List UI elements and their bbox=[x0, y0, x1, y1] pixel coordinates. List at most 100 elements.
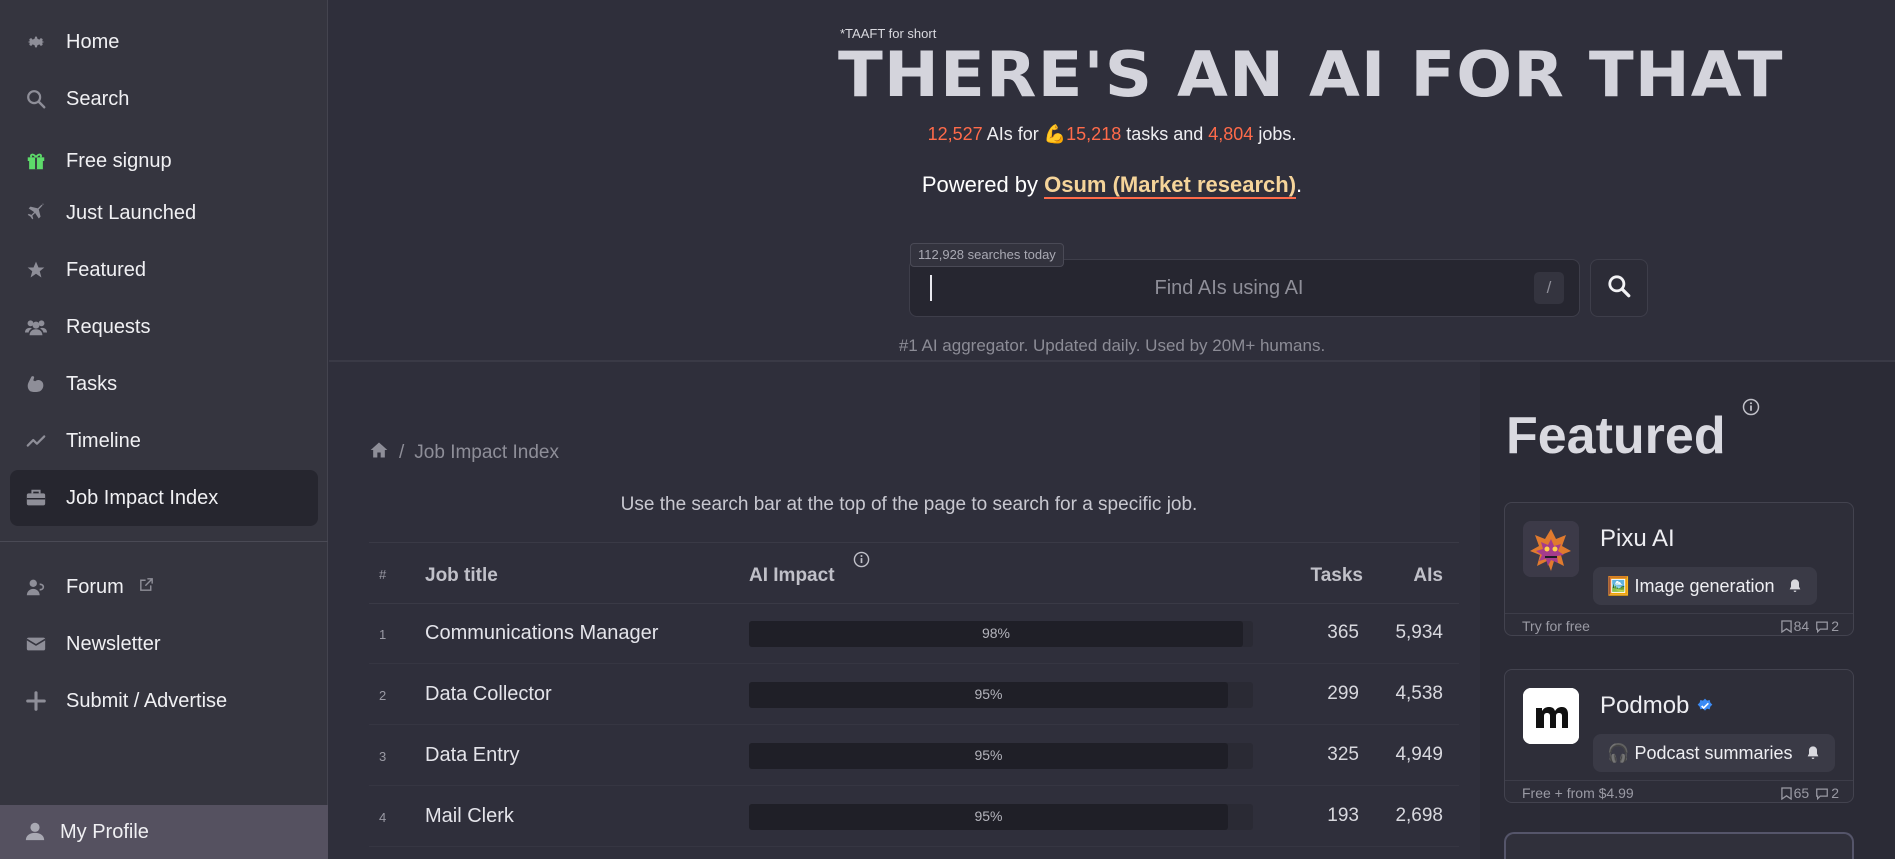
bell-icon[interactable] bbox=[1787, 578, 1803, 594]
job-title[interactable]: Mail Clerk bbox=[425, 805, 514, 828]
ais-count: 4,538 bbox=[1395, 683, 1443, 704]
sidebar-item-featured[interactable]: Featured bbox=[10, 242, 318, 298]
column-tasks[interactable]: Tasks bbox=[1311, 565, 1363, 587]
info-icon[interactable] bbox=[853, 551, 870, 573]
featured-panel: Featured Pixu AI 🖼️ Image generation Try… bbox=[1480, 362, 1895, 859]
featured-card-partial[interactable] bbox=[1504, 832, 1854, 859]
sidebar-item-newsletter[interactable]: Newsletter bbox=[10, 616, 318, 672]
pixu-ai-logo bbox=[1523, 521, 1579, 577]
tasks-count: 299 bbox=[1327, 683, 1359, 704]
stats-text: jobs. bbox=[1253, 124, 1297, 144]
forum-icon bbox=[24, 575, 48, 599]
tasks-count[interactable]: 15,218 bbox=[1066, 124, 1121, 144]
ais-count: 4,949 bbox=[1395, 744, 1443, 765]
podmob-logo bbox=[1523, 688, 1579, 744]
search-input[interactable] bbox=[929, 270, 1529, 306]
sidebar-item-job-impact-index[interactable]: Job Impact Index bbox=[10, 470, 318, 526]
table-row[interactable]: 1 Communications Manager 98% 365 5,934 bbox=[369, 604, 1459, 664]
impact-bar: 98% bbox=[749, 621, 1253, 647]
card-tag-label: Image generation bbox=[1634, 575, 1775, 596]
search-count-badge: 112,928 searches today bbox=[910, 243, 1064, 267]
card-tag[interactable]: 🎧 Podcast summaries bbox=[1593, 734, 1835, 772]
job-title[interactable]: Communications Manager bbox=[425, 622, 658, 645]
stats-text: tasks and bbox=[1121, 124, 1209, 144]
comments-value: 2 bbox=[1831, 785, 1839, 801]
user-icon bbox=[24, 820, 48, 844]
external-link-icon bbox=[138, 576, 155, 599]
sidebar-item-label: Search bbox=[66, 87, 130, 110]
image-emoji-icon: 🖼️ bbox=[1607, 575, 1630, 596]
job-title[interactable]: Data Collector bbox=[425, 683, 552, 706]
column-number: # bbox=[379, 567, 387, 582]
stats-text: AIs for bbox=[982, 124, 1044, 144]
my-profile-button[interactable]: My Profile bbox=[0, 805, 328, 859]
comment-icon bbox=[1816, 788, 1829, 800]
column-job-title[interactable]: Job title bbox=[425, 565, 498, 587]
table-row[interactable]: 3 Data Entry 95% 325 4,949 bbox=[369, 726, 1459, 786]
briefcase-icon bbox=[24, 486, 48, 510]
card-name: Podmob bbox=[1600, 692, 1713, 720]
impact-bar: 95% bbox=[749, 682, 1253, 708]
gift-icon bbox=[24, 149, 48, 173]
comment-count[interactable]: 2 bbox=[1815, 785, 1839, 801]
sidebar-item-submit-advertise[interactable]: Submit / Advertise bbox=[10, 673, 318, 729]
sidebar-item-free-signup[interactable]: Free signup bbox=[10, 133, 318, 189]
sidebar-item-label: Featured bbox=[66, 258, 147, 281]
bell-icon[interactable] bbox=[1805, 745, 1821, 761]
column-ais[interactable]: AIs bbox=[1413, 565, 1443, 587]
row-number: 4 bbox=[379, 810, 387, 825]
sidebar-item-search[interactable]: Search bbox=[10, 71, 318, 127]
card-name: Pixu AI bbox=[1600, 525, 1675, 552]
saves-value: 84 bbox=[1793, 618, 1810, 634]
table-row[interactable]: 2 Data Collector 95% 299 4,538 bbox=[369, 665, 1459, 725]
main-content: / Job Impact Index Use the search bar at… bbox=[329, 362, 1469, 859]
powered-prefix: Powered by bbox=[921, 172, 1045, 197]
job-title[interactable]: Data Entry bbox=[425, 744, 519, 767]
text-caret bbox=[930, 275, 932, 301]
muscle-emoji-icon: 💪 bbox=[1043, 124, 1067, 144]
ais-count: 5,934 bbox=[1395, 622, 1443, 643]
sidebar-item-label: Tasks bbox=[66, 372, 118, 395]
sidebar-item-timeline[interactable]: Timeline bbox=[10, 413, 318, 469]
breadcrumb-separator: / bbox=[399, 442, 405, 463]
column-ai-impact[interactable]: AI Impact bbox=[749, 565, 835, 587]
search-button[interactable] bbox=[1590, 259, 1648, 317]
hero-title-star: * bbox=[1720, 50, 1726, 66]
jobs-count[interactable]: 4,804 bbox=[1208, 124, 1253, 144]
row-number: 1 bbox=[379, 627, 387, 642]
sidebar-item-tasks[interactable]: Tasks bbox=[10, 356, 318, 412]
sidebar-item-just-launched[interactable]: Just Launched bbox=[10, 185, 318, 241]
powered-suffix: . bbox=[1296, 172, 1303, 197]
sidebar-item-label: Forum bbox=[66, 575, 124, 598]
card-footer: Try for free 84 2 bbox=[1505, 613, 1853, 637]
info-icon[interactable] bbox=[1742, 398, 1760, 421]
bookmark-count[interactable]: 65 bbox=[1780, 785, 1809, 801]
sidebar: Home Search Free signup Just Launched Fe… bbox=[0, 0, 328, 859]
impact-percent: 95% bbox=[974, 747, 1003, 763]
row-number: 3 bbox=[379, 749, 387, 764]
sidebar-item-forum[interactable]: Forum bbox=[10, 559, 318, 615]
hero-title: THERE'S AN AI FOR THAT bbox=[838, 38, 1784, 111]
card-tag[interactable]: 🖼️ Image generation bbox=[1593, 567, 1817, 605]
trend-icon bbox=[24, 429, 48, 453]
featured-card-pixu-ai[interactable]: Pixu AI 🖼️ Image generation Try for free… bbox=[1504, 502, 1854, 636]
table-row[interactable]: 4 Mail Clerk 95% 193 2,698 bbox=[369, 787, 1459, 847]
sidebar-item-requests[interactable]: Requests bbox=[10, 299, 318, 355]
bookmark-count[interactable]: 84 bbox=[1780, 618, 1810, 634]
impact-percent: 98% bbox=[981, 625, 1011, 641]
featured-card-podmob[interactable]: Podmob 🎧 Podcast summaries Free + from $… bbox=[1504, 669, 1854, 803]
gear-icon bbox=[24, 30, 48, 54]
sidebar-item-label: Timeline bbox=[66, 429, 141, 452]
card-stats: 65 2 bbox=[1780, 785, 1839, 801]
sponsor-link[interactable]: Osum (Market research) bbox=[1044, 172, 1297, 199]
sidebar-item-home[interactable]: Home bbox=[10, 14, 318, 70]
bookmark-icon bbox=[1780, 619, 1792, 633]
comment-count[interactable]: 2 bbox=[1815, 618, 1839, 634]
home-icon[interactable] bbox=[369, 440, 389, 466]
ais-count[interactable]: 12,527 bbox=[928, 124, 983, 144]
sidebar-item-label: Requests bbox=[66, 315, 151, 338]
tagline: #1 AI aggregator. Updated daily. Used by… bbox=[898, 336, 1326, 355]
plus-icon bbox=[24, 689, 48, 713]
plane-icon bbox=[24, 201, 48, 225]
site-header: *TAAFT for short THERE'S AN AI FOR THAT … bbox=[329, 0, 1895, 362]
